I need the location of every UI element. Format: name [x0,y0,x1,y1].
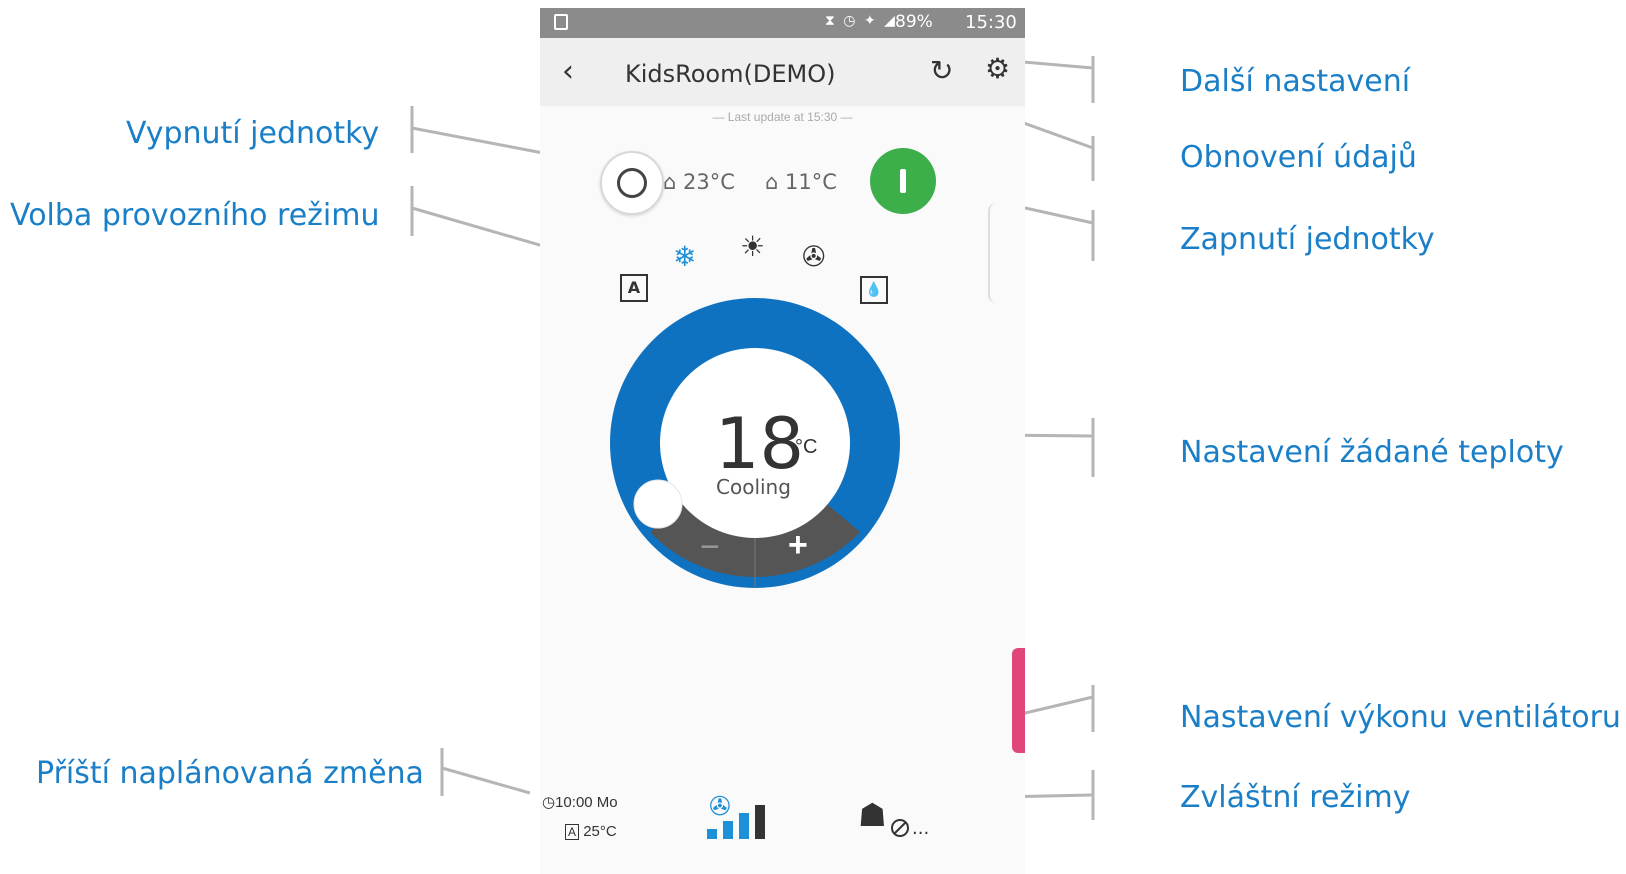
label-special-modes: Zvláštní režimy [1180,780,1411,815]
clock-icon: ◷ [542,794,556,811]
label-setpoint: Nastavení žádané teploty [1180,435,1564,470]
snowflake-icon[interactable]: ❄ [673,240,696,273]
status-bar: ⧗ ◷ ✦ ◢ 89% 15:30 [540,8,1025,38]
back-icon[interactable]: ‹ [562,54,574,89]
phone-screen: ⧗ ◷ ✦ ◢ 89% 15:30 ‹ KidsRoom(DEMO) ↻ ⚙ —… [540,8,1025,874]
refresh-icon[interactable]: ↻ [930,54,953,87]
fan-speed-bar [707,829,717,839]
notification-icon [554,14,568,30]
special-modes-button[interactable]: ☗ ... [858,790,938,842]
label-power-off: Vypnutí jednotky [126,116,380,151]
sun-icon[interactable]: ☀ [740,230,765,263]
fan-speed-bar [723,821,733,839]
fan-speed-icon: ✇ [709,793,731,822]
outdoor-icon: ⌂ [765,170,779,194]
setpoint-value: 18 [715,403,805,485]
schedule-temp: 25°C [583,823,617,840]
person-icon: ☗ [858,796,887,834]
power-off-button[interactable] [600,151,664,215]
power-on-icon [900,169,906,193]
status-icons: ⧗ ◷ ✦ ◢ [825,13,897,29]
schedule-mode-icon: A [565,824,580,840]
title-bar: ‹ KidsRoom(DEMO) ↻ ⚙ [540,38,1025,106]
gear-icon[interactable]: ⚙ [985,52,1010,85]
label-fan: Nastavení výkonu ventilátoru [1180,700,1621,735]
label-mode-select: Volba provozního režimu [10,198,380,233]
power-off-icon [617,168,647,198]
increase-button[interactable]: + [788,526,808,565]
side-edge [988,203,998,303]
indoor-temp: ⌂ 23°C [663,170,735,194]
fan-speed-bar [755,805,765,839]
battery-level: 89% [895,12,933,32]
page-title: KidsRoom(DEMO) [625,60,836,88]
label-power-on: Zapnutí jednotky [1180,222,1435,257]
clock-time: 15:30 [965,12,1017,33]
fan-icon[interactable]: ✇ [802,240,825,273]
dial-handle[interactable] [633,479,683,529]
fan-speed-bar [739,813,749,839]
label-next-schedule: Příští naplánovaná změna [36,756,424,791]
indoor-icon: ⌂ [663,170,677,194]
last-update: — Last update at 15:30 — [712,110,853,124]
setpoint-unit: °C [795,436,818,458]
mode-label: Cooling [716,475,791,499]
power-on-button[interactable] [870,148,936,214]
decrease-button[interactable]: − [700,528,720,567]
side-tab[interactable] [1012,648,1025,753]
schedule-setting: A 25°C [565,823,617,840]
label-more-settings: Další nastavení [1180,64,1411,99]
outdoor-temp: ⌂ 11°C [765,170,837,194]
fan-speed-control[interactable]: ✇ [703,793,783,843]
more-dots: ... [912,818,929,839]
label-refresh: Obnovení údajů [1180,140,1417,175]
next-schedule[interactable]: ◷10:00 Mo [542,793,618,811]
